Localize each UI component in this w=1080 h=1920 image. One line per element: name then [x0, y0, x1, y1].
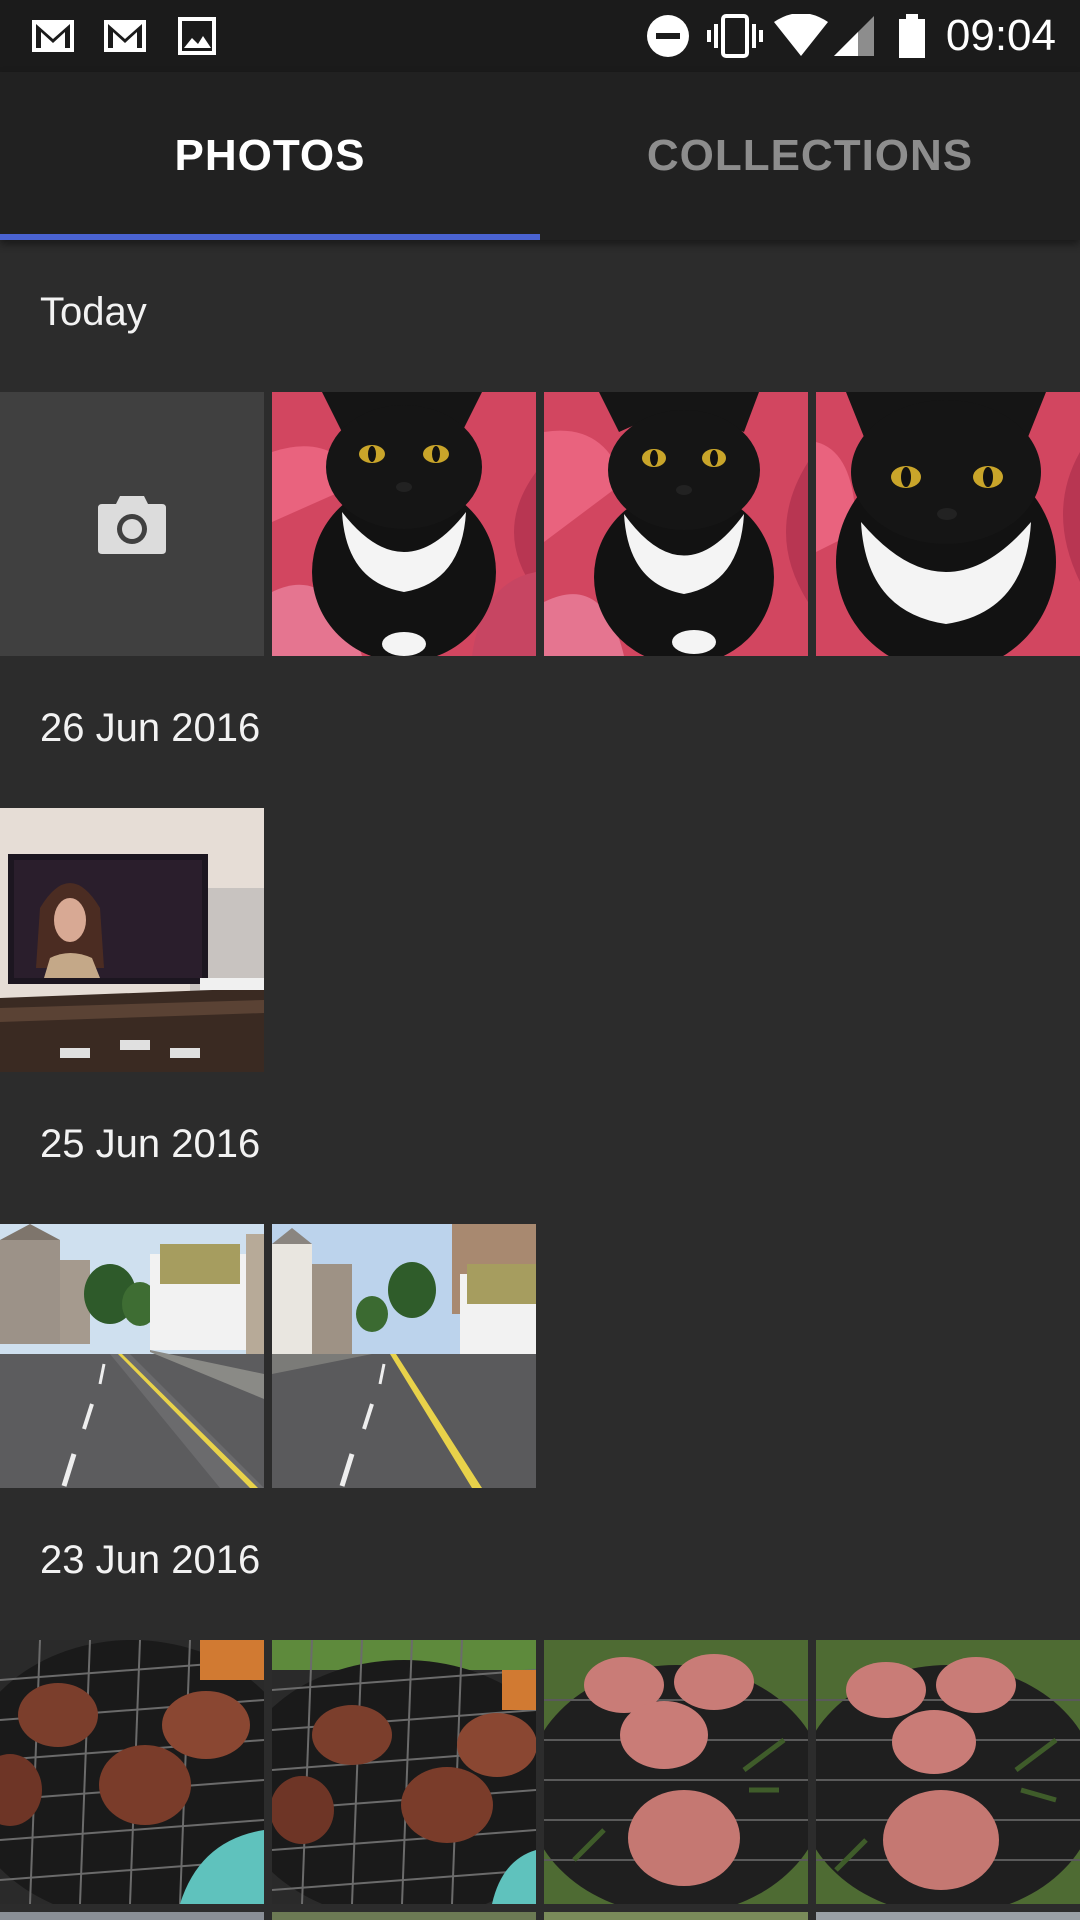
- photo-thumbnail[interactable]: [272, 1912, 536, 1920]
- image-icon: [178, 17, 216, 55]
- photo-thumbnail[interactable]: [0, 808, 264, 1072]
- tv-photo: [0, 808, 264, 1072]
- burger-photo: [272, 1640, 536, 1904]
- photo-thumbnail[interactable]: [272, 1224, 536, 1488]
- section-date-header: 26 Jun 2016: [40, 706, 261, 750]
- do-not-disturb-icon: [647, 15, 689, 57]
- gmail-icon: [104, 20, 146, 52]
- burger-photo: [0, 1640, 264, 1904]
- burger-photo: [544, 1640, 808, 1904]
- tab-collections[interactable]: COLLECTIONS: [540, 72, 1080, 240]
- photo-thumbnail[interactable]: [0, 1640, 264, 1904]
- photo-thumbnail[interactable]: [272, 1640, 536, 1904]
- photo-thumbnail[interactable]: [544, 1640, 808, 1904]
- street-photo: [272, 1224, 536, 1488]
- section-date-header: Today: [40, 290, 147, 334]
- photo-thumbnail[interactable]: [0, 1224, 264, 1488]
- street-photo: [0, 1224, 264, 1488]
- cat-photo: [816, 392, 1080, 656]
- photo-thumbnail[interactable]: [272, 392, 536, 656]
- status-clock: 09:04: [945, 11, 1056, 60]
- photo-thumbnail[interactable]: [544, 392, 808, 656]
- section-date-header: 25 Jun 2016: [40, 1122, 261, 1166]
- tab-bar: PHOTOS COLLECTIONS: [0, 72, 1080, 240]
- status-bar: 09:04: [0, 0, 1080, 72]
- gmail-icon: [32, 20, 74, 52]
- active-tab-indicator: [0, 234, 540, 240]
- cell-signal-icon: [834, 16, 874, 56]
- photo-thumbnail[interactable]: [544, 1912, 808, 1920]
- cat-photo: [544, 392, 808, 656]
- photo-thumbnail[interactable]: [816, 1912, 1080, 1920]
- burger-photo: [816, 1640, 1080, 1904]
- section-date-header: 23 Jun 2016: [40, 1538, 261, 1582]
- battery-icon: [899, 14, 925, 58]
- tab-photos[interactable]: PHOTOS: [0, 72, 540, 240]
- photo-thumbnail[interactable]: [0, 1912, 264, 1920]
- camera-icon: [98, 496, 166, 554]
- photo-thumbnail[interactable]: [816, 1640, 1080, 1904]
- wifi-icon: [774, 14, 828, 56]
- photo-thumbnail[interactable]: [816, 392, 1080, 656]
- camera-shortcut-tile[interactable]: [0, 392, 264, 656]
- cat-photo: [272, 392, 536, 656]
- vibrate-icon: [707, 14, 763, 58]
